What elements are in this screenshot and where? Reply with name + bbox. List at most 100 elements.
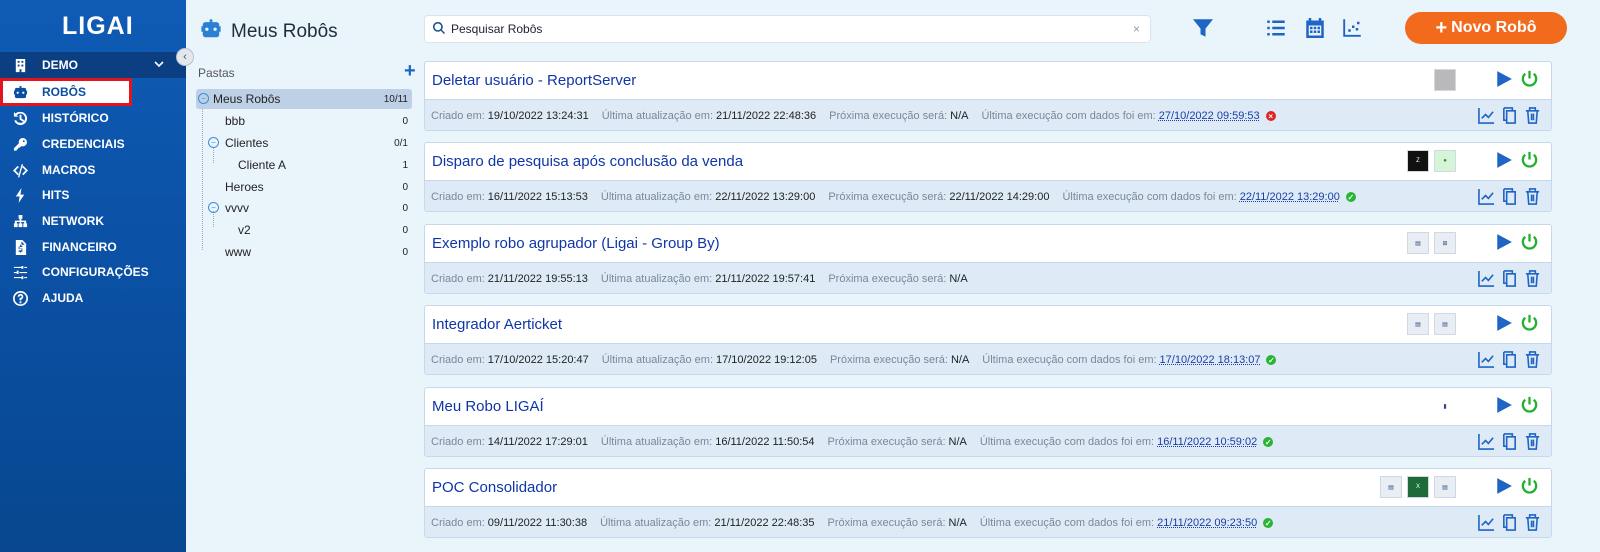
copy-icon[interactable] (1501, 270, 1518, 290)
search-input[interactable]: Pesquisar Robôs × (425, 16, 1150, 42)
play-icon[interactable] (1495, 151, 1513, 173)
history-icon (12, 110, 28, 126)
collapse-folder-icon[interactable]: − (208, 202, 219, 213)
clear-search-icon[interactable]: × (1133, 22, 1140, 36)
power-icon[interactable] (1520, 476, 1539, 499)
list-view-icon[interactable] (1266, 18, 1286, 43)
trash-icon[interactable] (1524, 433, 1541, 453)
trash-icon[interactable] (1524, 107, 1541, 127)
trash-icon[interactable] (1524, 514, 1541, 534)
last-label: Última execução com dados foi em: (981, 110, 1156, 122)
sidebar-item-configuracoes[interactable]: CONFIGURAÇÕES (0, 259, 186, 285)
add-folder-button[interactable]: + (404, 60, 416, 83)
app-logo[interactable]: LIGAI (62, 12, 134, 41)
folder-label: Clientes (225, 136, 269, 150)
folder-cliente-a[interactable]: Cliente A 1 (196, 155, 412, 175)
trash-icon[interactable] (1524, 188, 1541, 208)
play-icon[interactable] (1495, 70, 1513, 92)
folder-clientes[interactable]: − Clientes 0/1 (196, 133, 412, 153)
folder-count: 0 (402, 224, 408, 236)
play-icon[interactable] (1495, 314, 1513, 336)
sidebar-item-demo[interactable]: DEMO (0, 52, 186, 78)
last-run-link[interactable]: 17/10/2022 18:13:07 (1160, 354, 1261, 366)
sidebar-item-robos[interactable]: ROBÔS (0, 78, 132, 106)
robot-card[interactable]: Integrador Aerticket ▤ ▤ Criado em: 17/10… (424, 305, 1552, 375)
last-run-link[interactable]: 22/11/2022 13:29:00 (1240, 191, 1340, 203)
trash-icon[interactable] (1524, 270, 1541, 290)
chart-icon[interactable] (1478, 107, 1495, 127)
power-icon[interactable] (1520, 395, 1539, 418)
scatter-chart-icon[interactable] (1342, 18, 1362, 43)
copy-icon[interactable] (1501, 107, 1518, 127)
power-icon[interactable] (1520, 69, 1539, 92)
copy-icon[interactable] (1501, 514, 1518, 534)
integration-icons: ▤ X ▤ (1380, 476, 1456, 498)
robot-name[interactable]: POC Consolidador (432, 479, 557, 496)
robot-name[interactable]: Integrador Aerticket (432, 316, 562, 333)
chart-icon[interactable] (1478, 188, 1495, 208)
sidebar-item-financeiro[interactable]: FINANCEIRO (0, 234, 186, 260)
page-title: Meus Robôs (200, 18, 338, 46)
collapse-sidebar-button[interactable]: ‹ (176, 48, 194, 66)
chart-icon[interactable] (1478, 433, 1495, 453)
play-icon[interactable] (1495, 233, 1513, 255)
chart-icon[interactable] (1478, 514, 1495, 534)
robot-card[interactable]: Deletar usuário - ReportServer Criado em… (424, 61, 1552, 131)
chevron-down-icon[interactable] (154, 58, 164, 72)
folder-label: Heroes (225, 180, 264, 194)
excel-icon: X (1407, 476, 1429, 498)
copy-icon[interactable] (1501, 351, 1518, 371)
integration-icons: Z ● (1407, 150, 1456, 172)
last-run-link[interactable]: 21/11/2022 09:23:50 (1157, 517, 1257, 529)
success-status-icon: ✓ (1345, 192, 1356, 202)
robot-name[interactable]: Exemplo robo agrupador (Ligai - Group By… (432, 235, 720, 252)
sidebar-item-hits[interactable]: HITS (0, 182, 186, 208)
last-run-link[interactable]: 27/10/2022 09:59:53 (1159, 110, 1260, 122)
plus-icon: + (1435, 16, 1448, 39)
created-label: Criado em: (431, 436, 485, 448)
copy-icon[interactable] (1501, 188, 1518, 208)
sidebar-item-network[interactable]: NETWORK (0, 208, 186, 234)
power-icon[interactable] (1520, 313, 1539, 336)
robot-name[interactable]: Meu Robo LIGAÍ (432, 398, 544, 415)
sidebar-item-ajuda[interactable]: AJUDA (0, 285, 186, 311)
trash-icon[interactable] (1524, 351, 1541, 371)
power-icon[interactable] (1520, 150, 1539, 173)
folder-bbb[interactable]: bbb 0 (196, 111, 412, 131)
folder-www[interactable]: www 0 (196, 242, 412, 262)
calendar-icon[interactable] (1305, 18, 1325, 43)
filter-icon[interactable] (1193, 18, 1213, 43)
chart-icon[interactable] (1478, 351, 1495, 371)
sidebar-item-historico[interactable]: HISTÓRICO (0, 105, 186, 131)
chart-icon[interactable] (1478, 270, 1495, 290)
collapse-folder-icon[interactable]: − (198, 93, 209, 104)
robot-card[interactable]: Disparo de pesquisa após conclusão da ve… (424, 142, 1552, 212)
robot-card[interactable]: Meu Robo LIGAÍ ▮ Criado em: 14/11/2022 17… (424, 387, 1552, 457)
folder-v2[interactable]: v2 0 (196, 220, 412, 240)
sliders-icon (12, 264, 28, 280)
created-label: Criado em: (431, 517, 485, 529)
sidebar-item-label: DEMO (42, 58, 78, 72)
new-robot-button[interactable]: + Novo Robô (1405, 12, 1567, 44)
play-icon[interactable] (1495, 477, 1513, 499)
robot-name[interactable]: Disparo de pesquisa após conclusão da ve… (432, 153, 743, 170)
zendesk-icon: Z (1407, 150, 1429, 172)
robot-name[interactable]: Deletar usuário - ReportServer (432, 72, 636, 89)
error-status-icon: × (1265, 111, 1276, 121)
folder-vvvv[interactable]: − vvvv 0 (196, 198, 412, 218)
updated-label: Última atualização em: (601, 354, 714, 366)
sidebar-item-macros[interactable]: MACROS (0, 157, 186, 183)
power-icon[interactable] (1520, 232, 1539, 255)
last-run-link[interactable]: 16/11/2022 10:59:02 (1157, 436, 1257, 448)
next-label: Próxima execução será: (829, 354, 948, 366)
folder-meus-robos[interactable]: − Meus Robôs 10/11 (196, 89, 412, 109)
sidebar-item-credenciais[interactable]: CREDENCIAIS (0, 131, 186, 157)
updated-label: Última atualização em: (600, 273, 713, 285)
folder-heroes[interactable]: Heroes 0 (196, 177, 412, 197)
robot-card[interactable]: Exemplo robo agrupador (Ligai - Group By… (424, 224, 1552, 294)
play-icon[interactable] (1495, 396, 1513, 418)
last-label: Última execução com dados foi em: (979, 436, 1155, 448)
collapse-folder-icon[interactable]: − (208, 137, 219, 148)
copy-icon[interactable] (1501, 433, 1518, 453)
robot-card[interactable]: POC Consolidador ▤ X ▤ Criado em: 09/11/2… (424, 468, 1552, 538)
